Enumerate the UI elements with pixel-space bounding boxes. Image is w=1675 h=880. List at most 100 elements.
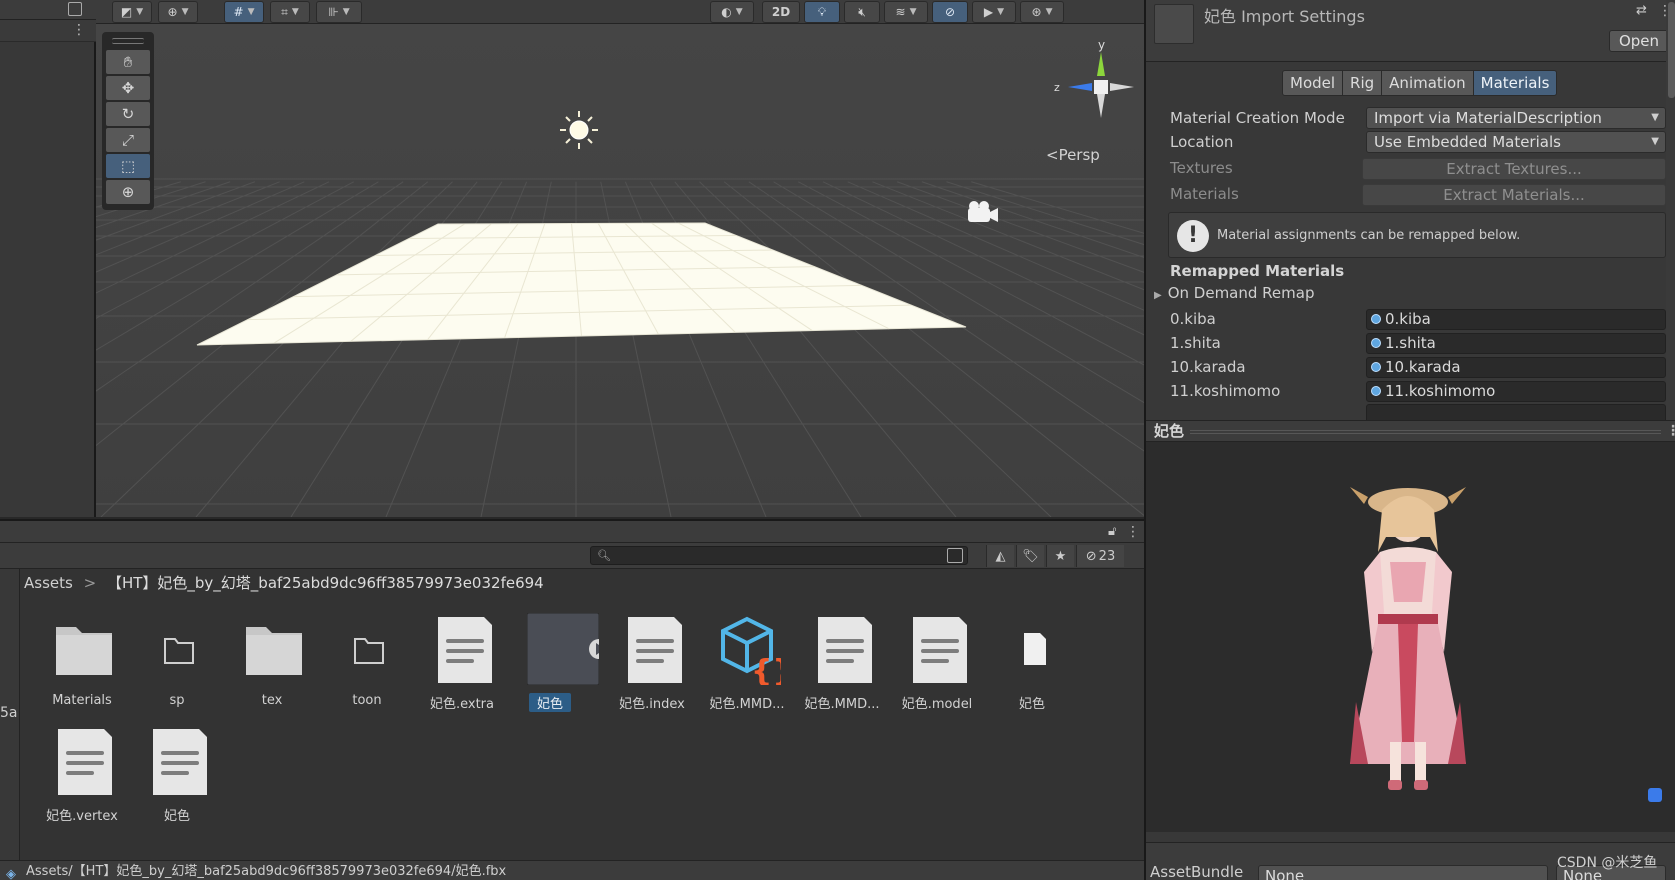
extract-materials-button[interactable]: Extract Materials...: [1362, 184, 1666, 206]
help-box: ! Material assignments can be remapped b…: [1168, 212, 1666, 258]
scene-visibility-button[interactable]: ⊘: [932, 1, 968, 23]
model-preview[interactable]: [1146, 442, 1675, 832]
asset-item[interactable]: 妃色.model: [887, 613, 987, 723]
scene-view[interactable]: ◩ ▼ ⊕ ▼ # ▼ ⌗ ▼ ⊪ ▼ ◐ ▼ 2D 💡︎ 🔇︎ ≋ ▼ ⊘ ▶︎ ▼ ⊛ ▼: [96, 0, 1144, 517]
2d-toggle-button[interactable]: 2D: [762, 1, 800, 23]
asset-item[interactable]: 妃色.vertex: [32, 725, 132, 835]
material-object-field[interactable]: 11.koshimomo: [1366, 381, 1675, 402]
draw-mode-button[interactable]: ◩ ▼: [112, 1, 152, 23]
filter-by-label-button[interactable]: 🏷︎: [1016, 545, 1044, 567]
asset-item[interactable]: 妃色: [507, 612, 609, 723]
maximize-icon[interactable]: [68, 2, 82, 16]
lock-icon[interactable]: 🔓︎: [1108, 524, 1116, 539]
gizmo-neg-y-axis[interactable]: [1097, 94, 1105, 118]
material-object-field[interactable]: 0.kiba: [1366, 309, 1675, 330]
settings-icon[interactable]: ⇄: [1636, 3, 1647, 18]
shading-mode-button[interactable]: ◐ ▼: [710, 1, 754, 23]
gizmos-button[interactable]: ⊛ ▼: [1020, 1, 1064, 23]
material-object-field[interactable]: 1.shita: [1366, 333, 1675, 354]
breadcrumb-current[interactable]: 【HT】妃色_by_幻塔_baf25abd9dc96ff38579973e032…: [107, 574, 544, 592]
breadcrumb-root[interactable]: Assets: [24, 574, 73, 592]
asset-item[interactable]: sp: [127, 613, 227, 723]
fbx-icon: ◈: [6, 867, 16, 880]
tab-rig[interactable]: Rig: [1342, 70, 1383, 96]
favorites-button[interactable]: ★: [1046, 545, 1074, 567]
orientation-gizmo[interactable]: y z: [1016, 36, 1136, 126]
preview-header[interactable]: 妃色 ⋮: [1146, 420, 1675, 442]
inspector-scrollbar[interactable]: [1666, 0, 1675, 420]
assetbundle-dropdown[interactable]: None: [1258, 865, 1548, 880]
project-toolbar: 🔍︎ ◭ 🏷︎ ★ ⊘ 23: [0, 543, 1144, 569]
search-input[interactable]: 🔍︎: [590, 546, 968, 565]
grid-snap-button[interactable]: # ▼: [224, 1, 264, 23]
location-dropdown[interactable]: Use Embedded Materials ▼: [1366, 131, 1666, 153]
rotate-tool-icon[interactable]: ↻: [106, 102, 150, 126]
tab-animation[interactable]: Animation: [1381, 70, 1474, 96]
material-creation-mode-dropdown[interactable]: Import via MaterialDescription ▼: [1366, 107, 1666, 129]
hand-tool-icon[interactable]: ✋︎: [106, 50, 150, 74]
asset-item[interactable]: Materials: [32, 613, 132, 723]
asset-label: 妃色: [163, 809, 190, 824]
transform-tool-icon[interactable]: ⊕: [106, 180, 150, 204]
snap-increment-button[interactable]: ⌗ ▼: [270, 1, 310, 23]
projection-label[interactable]: <Persp: [1046, 146, 1100, 164]
asset-item[interactable]: tex: [222, 613, 322, 723]
selected-asset-path: ◈ Assets/【HT】妃色_by_幻塔_baf25abd9dc96ff385…: [0, 860, 1144, 880]
asset-item[interactable]: 妃色: [127, 725, 227, 835]
project-tabbar: 🔓︎ ⋮: [0, 521, 1144, 543]
scale-tool-icon[interactable]: ⤢: [106, 128, 150, 152]
camera-settings-button[interactable]: ▶︎ ▼: [972, 1, 1016, 23]
asset-item[interactable]: 妃色.index: [602, 613, 702, 723]
asset-item[interactable]: 妃色.MMD...: [792, 613, 892, 723]
extract-textures-button[interactable]: Extract Textures...: [1362, 158, 1666, 180]
chevron-down-icon: ▼: [291, 7, 299, 17]
gizmo-y-axis[interactable]: [1097, 52, 1105, 76]
scene-viewport[interactable]: [96, 24, 1144, 517]
more-menu-icon[interactable]: ⋮: [1126, 525, 1140, 539]
gizmo-center[interactable]: [1094, 80, 1108, 94]
rect-tool-icon[interactable]: ⬚: [106, 154, 150, 178]
preview-resize-grip[interactable]: [1190, 430, 1661, 434]
global-toggle-button[interactable]: ⊕ ▼: [158, 1, 198, 23]
move-tool-icon[interactable]: ✥: [106, 76, 150, 100]
material-object-field[interactable]: [1366, 404, 1666, 420]
lighting-toggle-button[interactable]: 💡︎: [804, 1, 840, 23]
inspector-header: 妃色 Import Settings ⇄ ⋮ Open: [1146, 0, 1675, 62]
json-cube-icon: {}: [717, 613, 794, 689]
asset-item[interactable]: toon: [317, 613, 417, 723]
asset-item[interactable]: 妃色: [982, 613, 1082, 723]
material-icon: [1371, 314, 1381, 324]
material-icon: [1371, 362, 1381, 372]
label-tag-icon[interactable]: [1648, 788, 1662, 802]
tab-materials[interactable]: Materials: [1472, 70, 1558, 96]
asset-label: 妃色.model: [901, 697, 973, 712]
more-menu-icon[interactable]: ⋮: [72, 23, 86, 37]
chevron-down-icon: ▼: [735, 7, 743, 17]
filter-by-type-button[interactable]: ◭: [986, 545, 1014, 567]
effects-button[interactable]: ≋ ▼: [884, 1, 928, 23]
material-icon: [1371, 386, 1381, 396]
search-by-type-icon[interactable]: [947, 548, 963, 563]
gizmo-neg-z-axis[interactable]: [1110, 83, 1134, 91]
chevron-down-icon: ▼: [1651, 136, 1659, 147]
project-panel: 🔓︎ ⋮ 🔍︎ ◭ 🏷︎ ★ ⊘ 23 5a Assets > 【HT】妃色_b…: [0, 519, 1144, 880]
hidden-packages-button[interactable]: ⊘ 23: [1076, 545, 1124, 567]
scrollbar-thumb[interactable]: [1668, 2, 1675, 98]
tab-model[interactable]: Model: [1282, 70, 1344, 96]
audio-toggle-button[interactable]: 🔇︎: [844, 1, 880, 23]
on-demand-remap-foldout[interactable]: ▶ On Demand Remap: [1154, 284, 1314, 302]
material-object-field[interactable]: 10.karada: [1366, 357, 1675, 378]
hierarchy-panel-edge: ⋮: [0, 0, 96, 517]
asset-item[interactable]: {} 妃色.MMD...: [697, 613, 797, 723]
asset-item[interactable]: 妃色.extra: [412, 613, 512, 723]
open-button[interactable]: Open: [1609, 30, 1669, 52]
folder-empty-icon: [337, 613, 401, 685]
star-icon: ★: [1054, 548, 1067, 564]
warning-icon: !: [1177, 220, 1209, 252]
gizmo-z-axis[interactable]: [1068, 83, 1092, 91]
palette-grip[interactable]: [112, 38, 144, 44]
asset-label: tex: [261, 693, 283, 708]
ruler-button[interactable]: ⊪ ▼: [316, 1, 362, 23]
gizmo-y-label: y: [1098, 38, 1105, 52]
more-menu-icon[interactable]: ⋮: [1666, 424, 1675, 438]
